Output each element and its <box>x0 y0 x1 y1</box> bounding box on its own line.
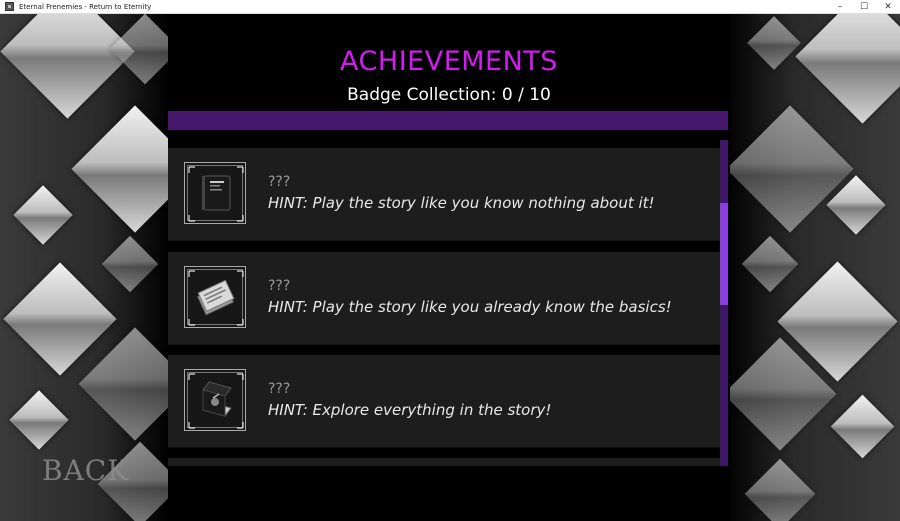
decorative-diamond <box>830 394 895 459</box>
badge-frame <box>184 369 246 431</box>
decorative-diamond <box>747 16 801 70</box>
game-viewport: ACHIEVEMENTS Badge Collection: 0 / 10 ??… <box>0 14 900 521</box>
achievement-hint: HINT: Play the story like you know nothi… <box>268 194 655 212</box>
achievement-name: ??? <box>268 278 291 294</box>
decorative-diamond <box>9 390 69 450</box>
decorative-diamond <box>741 235 799 293</box>
papers-icon <box>188 270 244 326</box>
notebook-icon <box>188 166 244 222</box>
minimize-button[interactable]: – <box>828 0 852 14</box>
right-diamond-backdrop <box>725 14 900 521</box>
app-icon <box>5 2 14 11</box>
window-title: Eternal Frenemies - Return to Eternity <box>19 2 152 11</box>
decorative-diamond <box>3 262 117 376</box>
decorative-diamond <box>78 327 170 441</box>
badge-collection-counter: Badge Collection: 0 / 10 <box>347 85 551 105</box>
left-diamond-backdrop <box>0 14 170 521</box>
achievement-card[interactable]: ??? HINT: Play the story like you alread… <box>168 252 720 345</box>
close-button[interactable]: ✕ <box>876 0 900 14</box>
decorative-diamond <box>795 14 900 124</box>
back-button[interactable]: BACK <box>42 454 129 487</box>
decorative-diamond <box>744 458 816 521</box>
badge-frame <box>184 162 246 224</box>
header-divider-bar <box>168 111 728 130</box>
achievements-panel: ACHIEVEMENTS Badge Collection: 0 / 10 ??… <box>168 14 730 521</box>
achievement-hint: HINT: Explore everything in the story! <box>268 401 552 419</box>
decorative-diamond <box>71 105 170 233</box>
achievement-scrollbar-thumb[interactable] <box>720 203 728 305</box>
achievement-card[interactable]: ??? HINT: Play the story like you know n… <box>168 148 720 241</box>
maximize-button[interactable]: ☐ <box>852 0 876 14</box>
achievement-name: ??? <box>268 174 291 190</box>
decorative-diamond <box>13 185 73 245</box>
decorative-diamond <box>109 14 170 85</box>
window-titlebar: Eternal Frenemies - Return to Eternity –… <box>0 0 900 14</box>
page-title: ACHIEVEMENTS <box>340 46 558 77</box>
badge-frame <box>184 266 246 328</box>
achievement-name: ??? <box>268 381 291 397</box>
achievement-hint: HINT: Play the story like you already kn… <box>268 298 672 316</box>
achievement-card-partial <box>168 458 720 466</box>
decorative-diamond <box>0 14 135 119</box>
achievement-card[interactable]: ??? HINT: Explore everything in the stor… <box>168 355 720 448</box>
book-icon <box>188 373 244 429</box>
decorative-diamond <box>101 235 159 293</box>
